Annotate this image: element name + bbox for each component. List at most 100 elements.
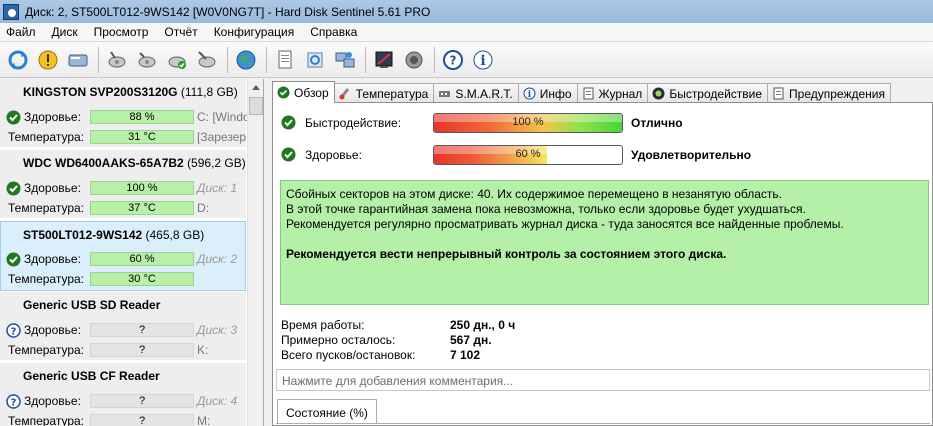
app-icon	[3, 3, 19, 20]
note-line: Рекомендуется регулярно просматривать жу…	[286, 217, 844, 231]
disk-health-bar: ?	[90, 394, 194, 408]
disk-item-sd-reader[interactable]: Generic USB SD Reader ? Здоровье: ? Диск…	[0, 292, 246, 362]
health-bar: 60 %	[433, 145, 623, 165]
recommendation: Рекомендуется вести непрерывный контроль…	[286, 247, 727, 261]
menu-view[interactable]: Просмотр	[88, 25, 159, 39]
disk-volume: K:	[197, 343, 209, 357]
toolbar: ? i	[0, 42, 933, 78]
disk-item-kingston[interactable]: KINGSTON SVP200S3120G (111,8 GB) Здоровь…	[0, 79, 250, 149]
info-icon[interactable]: i	[469, 46, 497, 74]
disk-volume: M:	[197, 414, 211, 426]
note-line: В этой точке гарантийная замена пока нев…	[286, 202, 806, 216]
warnings-icon	[773, 87, 784, 100]
sound-icon[interactable]	[400, 46, 428, 74]
performance-verdict: Отлично	[631, 116, 683, 130]
scroll-thumb[interactable]	[249, 97, 263, 115]
unknown-status-icon: ?	[6, 393, 21, 409]
disk-check-icon[interactable]	[133, 46, 161, 74]
disk-icon[interactable]	[64, 46, 92, 74]
svg-text:?: ?	[11, 326, 17, 337]
tab-warnings[interactable]: Предупреждения	[767, 83, 891, 103]
document-icon[interactable]	[271, 46, 299, 74]
menu-bar: Файл Диск Просмотр Отчёт Конфигурация Сп…	[0, 23, 933, 42]
details-panel: Обзор Температура S.M.A.R.T. i Инфо Журн…	[265, 79, 933, 426]
tab-state-percent[interactable]: Состояние (%)	[277, 399, 377, 423]
disk-name: ST500LT012-9WS142 (465,8 GB)	[23, 228, 205, 242]
globe-icon[interactable]	[232, 46, 260, 74]
health-value: 60 %	[515, 148, 541, 160]
disk-item-st500[interactable]: ST500LT012-9WS142 (465,8 GB) Здоровье: 6…	[0, 221, 246, 291]
refresh-icon[interactable]	[4, 46, 32, 74]
title-bar: Диск: 2, ST500LT012-9WS142 [W0V0NG7T] - …	[0, 0, 933, 23]
toolbar-separator	[434, 46, 435, 73]
ok-status-icon	[281, 147, 296, 162]
network-icon[interactable]	[331, 46, 359, 74]
tab-strip: Обзор Температура S.M.A.R.T. i Инфо Журн…	[272, 81, 891, 103]
performance-value: 100 %	[512, 116, 544, 128]
disk-health-bar: 88 %	[90, 110, 194, 124]
disk-tools-icon[interactable]	[103, 46, 131, 74]
disk-list: KINGSTON SVP200S3120G (111,8 GB) Здоровь…	[0, 79, 264, 426]
disk-number: Диск: 1	[197, 181, 238, 195]
svg-text:?: ?	[11, 397, 17, 408]
disk-temp-bar: 31 °C	[90, 130, 194, 144]
health-verdict: Удовлетворительно	[631, 148, 752, 162]
tab-smart[interactable]: S.M.A.R.T.	[433, 83, 519, 103]
report-icon[interactable]	[370, 46, 398, 74]
health-label: Здоровье:	[305, 148, 362, 162]
disk-volume: D:	[197, 201, 209, 215]
toolbar-separator	[365, 46, 366, 73]
thermometer-icon	[339, 88, 349, 100]
speed-icon	[652, 87, 665, 100]
menu-disk[interactable]: Диск	[46, 25, 88, 39]
svg-text:i: i	[480, 53, 485, 69]
ok-status-icon	[6, 110, 21, 124]
disk-list-scrollbar[interactable]	[247, 79, 263, 426]
disk-temp-bar: ?	[90, 343, 194, 357]
tab-overview[interactable]: Обзор	[272, 81, 335, 103]
disk-number: Диск: 4	[197, 394, 238, 408]
tab-temperature[interactable]: Температура	[333, 83, 435, 103]
comment-field[interactable]: Нажмите для добавления комментария...	[276, 369, 930, 391]
ok-status-icon	[6, 181, 21, 195]
menu-help[interactable]: Справка	[304, 25, 367, 39]
alert-icon[interactable]	[34, 46, 62, 74]
performance-label: Быстродействие:	[305, 116, 402, 130]
toolbar-separator	[227, 46, 228, 73]
disk-volume: C: [Windo	[197, 110, 250, 124]
disk-temp-bar: 30 °C	[90, 272, 194, 286]
disk-item-wdc[interactable]: WDC WD6400AAKS-65A7B2 (596,2 GB) Здоровь…	[0, 150, 246, 220]
disk-health-bar: 100 %	[90, 181, 194, 195]
settings-icon[interactable]	[301, 46, 329, 74]
divider	[276, 423, 930, 424]
disk-temp-bar: ?	[90, 414, 194, 426]
unknown-status-icon: ?	[6, 322, 21, 338]
state-tab-strip: Состояние (%)	[277, 399, 377, 424]
tab-info[interactable]: i Инфо	[517, 83, 578, 103]
scroll-up-arrow-icon[interactable]	[248, 79, 263, 96]
disk-name: KINGSTON SVP200S3120G (111,8 GB)	[23, 85, 238, 99]
smart-icon	[439, 91, 451, 97]
tab-log[interactable]: Журнал	[576, 83, 649, 103]
toolbar-separator	[266, 46, 267, 73]
disk-number: Диск: 3	[197, 323, 238, 337]
note-line: Сбойных секторов на этом диске: 40. Их с…	[286, 187, 782, 201]
disk-scan-icon[interactable]	[193, 46, 221, 74]
status-description: Сбойных секторов на этом диске: 40. Их с…	[280, 180, 929, 305]
log-icon	[583, 87, 594, 100]
disk-temp-bar: 37 °C	[90, 201, 194, 215]
menu-config[interactable]: Конфигурация	[208, 25, 305, 39]
disk-number: Диск: 2	[197, 252, 238, 266]
toolbar-separator	[98, 46, 99, 73]
disk-name: Generic USB CF Reader	[23, 369, 160, 383]
svg-text:i: i	[527, 90, 531, 100]
performance-bar: 100 %	[433, 113, 623, 133]
disk-name: Generic USB SD Reader	[23, 298, 161, 312]
menu-report[interactable]: Отчёт	[158, 25, 207, 39]
help-icon[interactable]: ?	[439, 46, 467, 74]
disk-name: WDC WD6400AAKS-65A7B2 (596,2 GB)	[23, 156, 246, 170]
menu-file[interactable]: Файл	[0, 25, 46, 39]
tab-performance[interactable]: Быстродействие	[647, 83, 769, 103]
disk-ok-icon[interactable]	[163, 46, 191, 74]
disk-item-cf-reader[interactable]: Generic USB CF Reader ? Здоровье: ? Диск…	[0, 363, 246, 426]
